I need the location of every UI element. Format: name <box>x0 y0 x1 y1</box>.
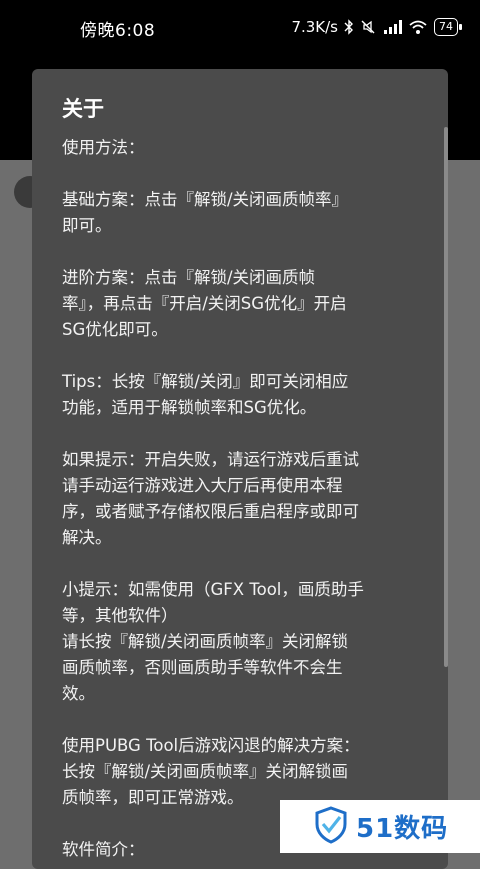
status-time: 傍晚6:08 <box>80 21 156 41</box>
mute-icon <box>360 19 376 35</box>
dialog-body: 使用方法： 基础方案：点击『解锁/关闭画质帧率』 即可。 进阶方案：点击『解锁/… <box>62 135 422 863</box>
hd-signal-icon <box>382 19 402 35</box>
paragraph: 小提示：如需使用（GFX Tool，画质助手 等，其他软件） 请长按『解锁/关闭… <box>62 580 364 703</box>
paragraph: 使用方法： <box>62 138 145 157</box>
dialog-title: 关于 <box>62 97 104 121</box>
about-dialog: 关于 使用方法： 基础方案：点击『解锁/关闭画质帧率』 即可。 进阶方案：点击『… <box>32 69 448 869</box>
dialog-scrollbar[interactable] <box>444 127 448 667</box>
paragraph: 如果提示：开启失败，请运行游戏后重试 请手动运行游戏进入大厅后再使用本程 序，或… <box>62 450 359 547</box>
shield-logo-icon <box>314 805 348 848</box>
watermark-text: 51数码 <box>356 814 449 844</box>
wifi-icon <box>408 19 428 35</box>
bluetooth-icon <box>344 19 354 35</box>
paragraph: 进阶方案：点击『解锁/关闭画质帧 率』，再点击『开启/关闭SG优化』开启 SG优… <box>62 268 347 339</box>
paragraph: Tips：长按『解锁/关闭』即可关闭相应 功能，适用于解锁帧率和SG优化。 <box>62 372 349 417</box>
watermark: 51数码 <box>280 800 480 853</box>
paragraph: 基础方案：点击『解锁/关闭画质帧率』 即可。 <box>62 190 349 235</box>
status-icons: 7.3K/s 74 <box>291 16 462 38</box>
battery-icon: 74 <box>434 18 462 36</box>
network-speed: 7.3K/s <box>291 18 338 36</box>
